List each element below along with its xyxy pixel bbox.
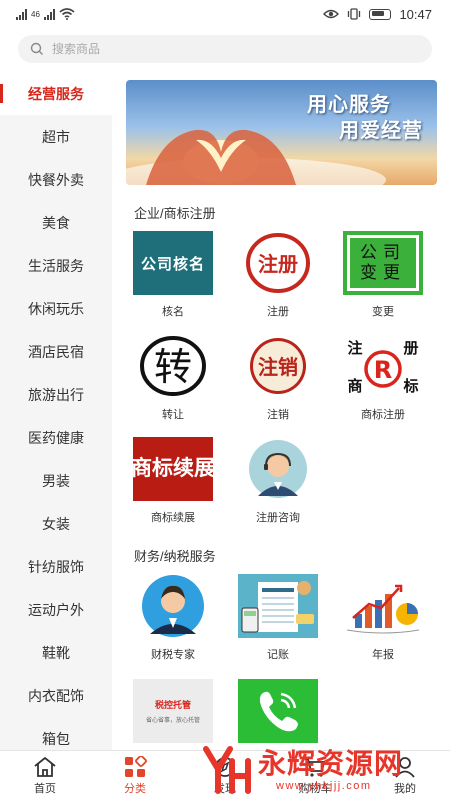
service-label: 变更 xyxy=(372,306,394,318)
annual-report-chart-icon xyxy=(346,584,420,634)
sidebar-item-bags[interactable]: 箱包 xyxy=(0,717,112,750)
category-icon xyxy=(125,755,147,777)
service-item-change[interactable]: 公司 变更 变更 xyxy=(331,231,435,319)
home-icon xyxy=(34,756,56,777)
service-label: 记账 xyxy=(267,649,289,661)
service-label: 财税专家 xyxy=(151,649,195,661)
service-item-cancel[interactable]: 注销 注销 xyxy=(226,334,330,422)
section-title-finance: 财务/纳税服务 xyxy=(134,549,216,564)
sidebar-item-hotels[interactable]: 酒店民宿 xyxy=(0,330,112,373)
service-label: 核名 xyxy=(162,306,184,318)
category-content: 用心服务 用爱经营 企业/商标注册 公司核名 核名 注册 注册 公司 变更 变更 xyxy=(112,72,450,750)
company-change-icon: 公司 变更 xyxy=(343,231,423,295)
service-label: 转让 xyxy=(162,409,184,421)
service-label: 注册 xyxy=(267,306,289,318)
service-item-tax-control[interactable]: 税控托管 省心省事，放心托管 xyxy=(121,679,225,743)
search-bar[interactable] xyxy=(18,35,432,63)
svg-text:R: R xyxy=(374,356,392,384)
consultant-avatar-icon xyxy=(249,440,307,498)
service-item-bookkeeping[interactable]: 记账 xyxy=(226,574,330,662)
cancel-stamp-icon: 注销 xyxy=(250,338,306,394)
battery-icon xyxy=(369,8,392,20)
signal-icon xyxy=(16,8,27,20)
vibrate-icon xyxy=(348,8,361,20)
watermark: 永辉资源网 www.yhkjjj.com xyxy=(200,740,450,800)
svg-text:注册: 注册 xyxy=(258,252,298,276)
sidebar-item-sports[interactable]: 运动户外 xyxy=(0,588,112,631)
svg-text:商: 商 xyxy=(347,377,362,395)
promo-banner[interactable]: 用心服务 用爱经营 xyxy=(126,80,437,185)
service-label: 年报 xyxy=(372,649,394,661)
status-left: 46 xyxy=(16,8,75,20)
nav-home[interactable]: 首页 xyxy=(0,751,90,800)
sidebar-item-leisure[interactable]: 休闲玩乐 xyxy=(0,287,112,330)
service-item-trademark[interactable]: 注 册 商 标 R 商标注册 xyxy=(331,334,435,422)
watermark-logo-icon xyxy=(203,746,251,794)
sidebar-item-menswear[interactable]: 男装 xyxy=(0,459,112,502)
svg-text:注: 注 xyxy=(347,339,362,357)
service-item-consultation[interactable]: 注册咨询 xyxy=(226,437,330,525)
search-icon xyxy=(30,42,43,55)
company-name-icon: 公司核名 xyxy=(133,231,213,295)
sidebar-item-shoes[interactable]: 鞋靴 xyxy=(0,631,112,674)
svg-text:册: 册 xyxy=(403,339,418,357)
nav-label: 分类 xyxy=(124,782,146,795)
clock: 10:47 xyxy=(399,6,432,22)
sidebar-item-fastfood[interactable]: 快餐外卖 xyxy=(0,158,112,201)
service-label: 注册咨询 xyxy=(256,512,300,524)
sidebar-item-health[interactable]: 医药健康 xyxy=(0,416,112,459)
status-bar: 46 10:47 xyxy=(0,0,450,28)
bookkeeping-icon xyxy=(238,574,318,638)
tax-expert-avatar-icon xyxy=(142,575,204,637)
network-type-label: 46 xyxy=(31,9,40,19)
service-item-transfer[interactable]: 转 转让 xyxy=(121,334,225,422)
sidebar-item-travel[interactable]: 旅游出行 xyxy=(0,373,112,416)
phone-icon xyxy=(259,691,298,732)
svg-text:转: 转 xyxy=(154,345,192,389)
nav-category[interactable]: 分类 xyxy=(90,751,180,800)
sidebar-item-food[interactable]: 美食 xyxy=(0,201,112,244)
section-title-registration: 企业/商标注册 xyxy=(134,206,216,221)
svg-text:标: 标 xyxy=(402,377,418,395)
sidebar-item-womenswear[interactable]: 女装 xyxy=(0,502,112,545)
transfer-icon: 转 xyxy=(140,336,206,396)
service-label: 注销 xyxy=(267,409,289,421)
tax-control-icon: 税控托管 省心省事，放心托管 xyxy=(133,679,213,743)
banner-line-2: 用爱经营 xyxy=(339,120,423,142)
service-label: 商标注册 xyxy=(361,409,405,421)
eye-icon xyxy=(323,9,340,19)
status-right: 10:47 xyxy=(323,7,432,22)
service-label: 商标续展 xyxy=(151,512,195,524)
service-item-annual-report[interactable]: 年报 xyxy=(331,574,435,662)
category-sidebar: 经营服务 超市 快餐外卖 美食 生活服务 休闲玩乐 酒店民宿 旅游出行 医药健康… xyxy=(0,72,112,750)
search-input[interactable] xyxy=(52,42,382,56)
sidebar-item-supermarket[interactable]: 超市 xyxy=(0,115,112,158)
trademark-icon: 注 册 商 标 R xyxy=(347,339,418,395)
sidebar-item-underwear[interactable]: 内衣配饰 xyxy=(0,674,112,717)
watermark-title: 永辉资源网 xyxy=(258,748,404,779)
service-item-trademark-renewal[interactable]: 商 标 续 展 商标续展 xyxy=(121,437,225,525)
wifi-icon xyxy=(59,8,75,20)
signal-icon-2 xyxy=(43,8,55,20)
watermark-url: www.yhkjjj.com xyxy=(276,780,372,792)
service-item-register[interactable]: 注册 注册 xyxy=(226,231,330,319)
service-item-tax-expert[interactable]: 财税专家 xyxy=(121,574,225,662)
trademark-renewal-icon: 商 标 续 展 xyxy=(133,437,213,501)
service-item-name-check[interactable]: 公司核名 核名 xyxy=(121,231,225,319)
sidebar-item-textiles[interactable]: 针纺服饰 xyxy=(0,545,112,588)
register-stamp-icon: 注册 xyxy=(246,233,310,293)
nav-label: 首页 xyxy=(34,782,56,795)
service-item-phone[interactable] xyxy=(226,679,330,743)
svg-text:注销: 注销 xyxy=(258,355,298,379)
sidebar-item-life-services[interactable]: 生活服务 xyxy=(0,244,112,287)
sidebar-item-business-services[interactable]: 经营服务 xyxy=(0,72,112,115)
banner-line-1: 用心服务 xyxy=(307,94,391,116)
